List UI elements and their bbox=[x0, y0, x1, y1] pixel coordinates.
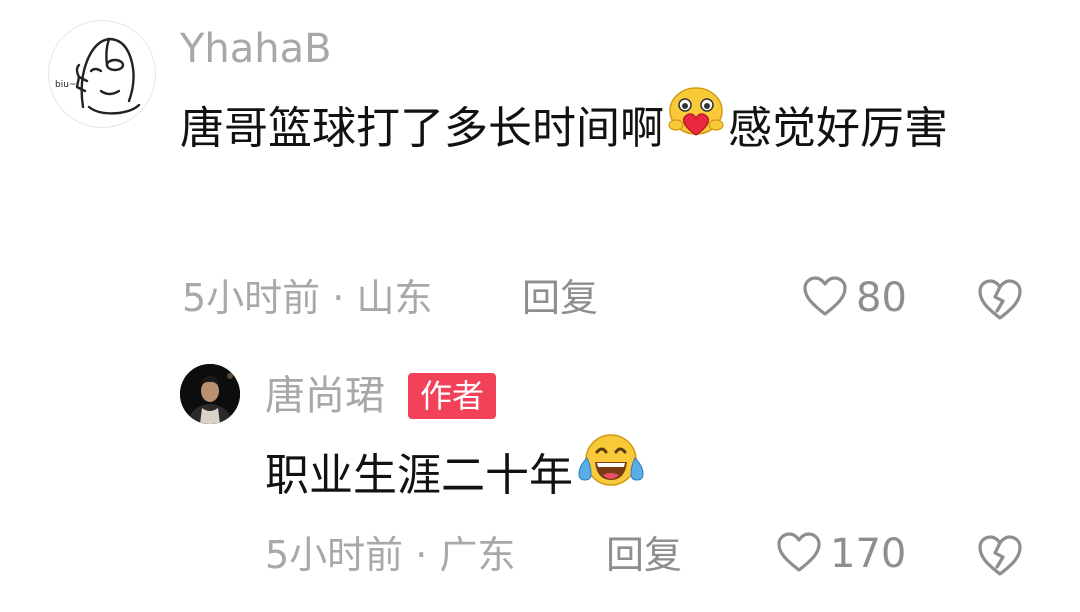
dislike-button[interactable] bbox=[976, 533, 1024, 577]
like-count: 170 bbox=[830, 531, 907, 577]
ultraman-doodle-icon: biu~ bbox=[55, 37, 141, 115]
broken-heart-icon[interactable] bbox=[976, 277, 1024, 321]
reply-button[interactable]: 回复 bbox=[606, 531, 682, 579]
comment-username[interactable]: YhahaB bbox=[180, 25, 332, 73]
comment-text-part: 感觉好厉害 bbox=[728, 103, 948, 154]
reply-meta: 5小时前 · 广东 bbox=[265, 531, 515, 579]
comment-text: 唐哥篮球打了多长时间啊 感觉好厉害 bbox=[180, 86, 1040, 174]
avatar[interactable]: biu~ bbox=[48, 20, 156, 128]
meta-separator: · bbox=[332, 276, 345, 320]
comment-location: 山东 bbox=[356, 276, 433, 320]
heart-icon[interactable] bbox=[776, 531, 822, 577]
author-badge: 作者 bbox=[408, 373, 497, 419]
person-photo-icon bbox=[180, 364, 240, 424]
reply-button[interactable]: 回复 bbox=[522, 274, 598, 322]
broken-heart-icon[interactable] bbox=[976, 533, 1024, 577]
like-button[interactable]: 80 bbox=[802, 274, 907, 322]
reply-username[interactable]: 唐尚珺 bbox=[265, 372, 385, 420]
svg-text:biu~: biu~ bbox=[55, 80, 76, 90]
heart-icon[interactable] bbox=[802, 275, 848, 321]
comment-text-part: 唐哥篮球打了多长时间啊 bbox=[180, 103, 664, 154]
like-button[interactable]: 170 bbox=[776, 530, 906, 578]
heart-hug-emoji-icon bbox=[664, 84, 728, 170]
reply-time: 5小时前 bbox=[265, 533, 404, 577]
avatar[interactable] bbox=[180, 364, 240, 424]
reply-text: 职业生涯二十年 bbox=[265, 433, 1025, 523]
comment-time: 5小时前 bbox=[182, 276, 321, 320]
dislike-button[interactable] bbox=[976, 277, 1024, 321]
tears-of-joy-emoji-icon bbox=[573, 430, 649, 519]
meta-separator: · bbox=[415, 533, 428, 577]
reply-text-part: 职业生涯二十年 bbox=[265, 450, 573, 501]
reply-location: 广东 bbox=[439, 533, 516, 577]
like-count: 80 bbox=[856, 275, 907, 321]
comment-meta: 5小时前 · 山东 bbox=[182, 274, 432, 322]
